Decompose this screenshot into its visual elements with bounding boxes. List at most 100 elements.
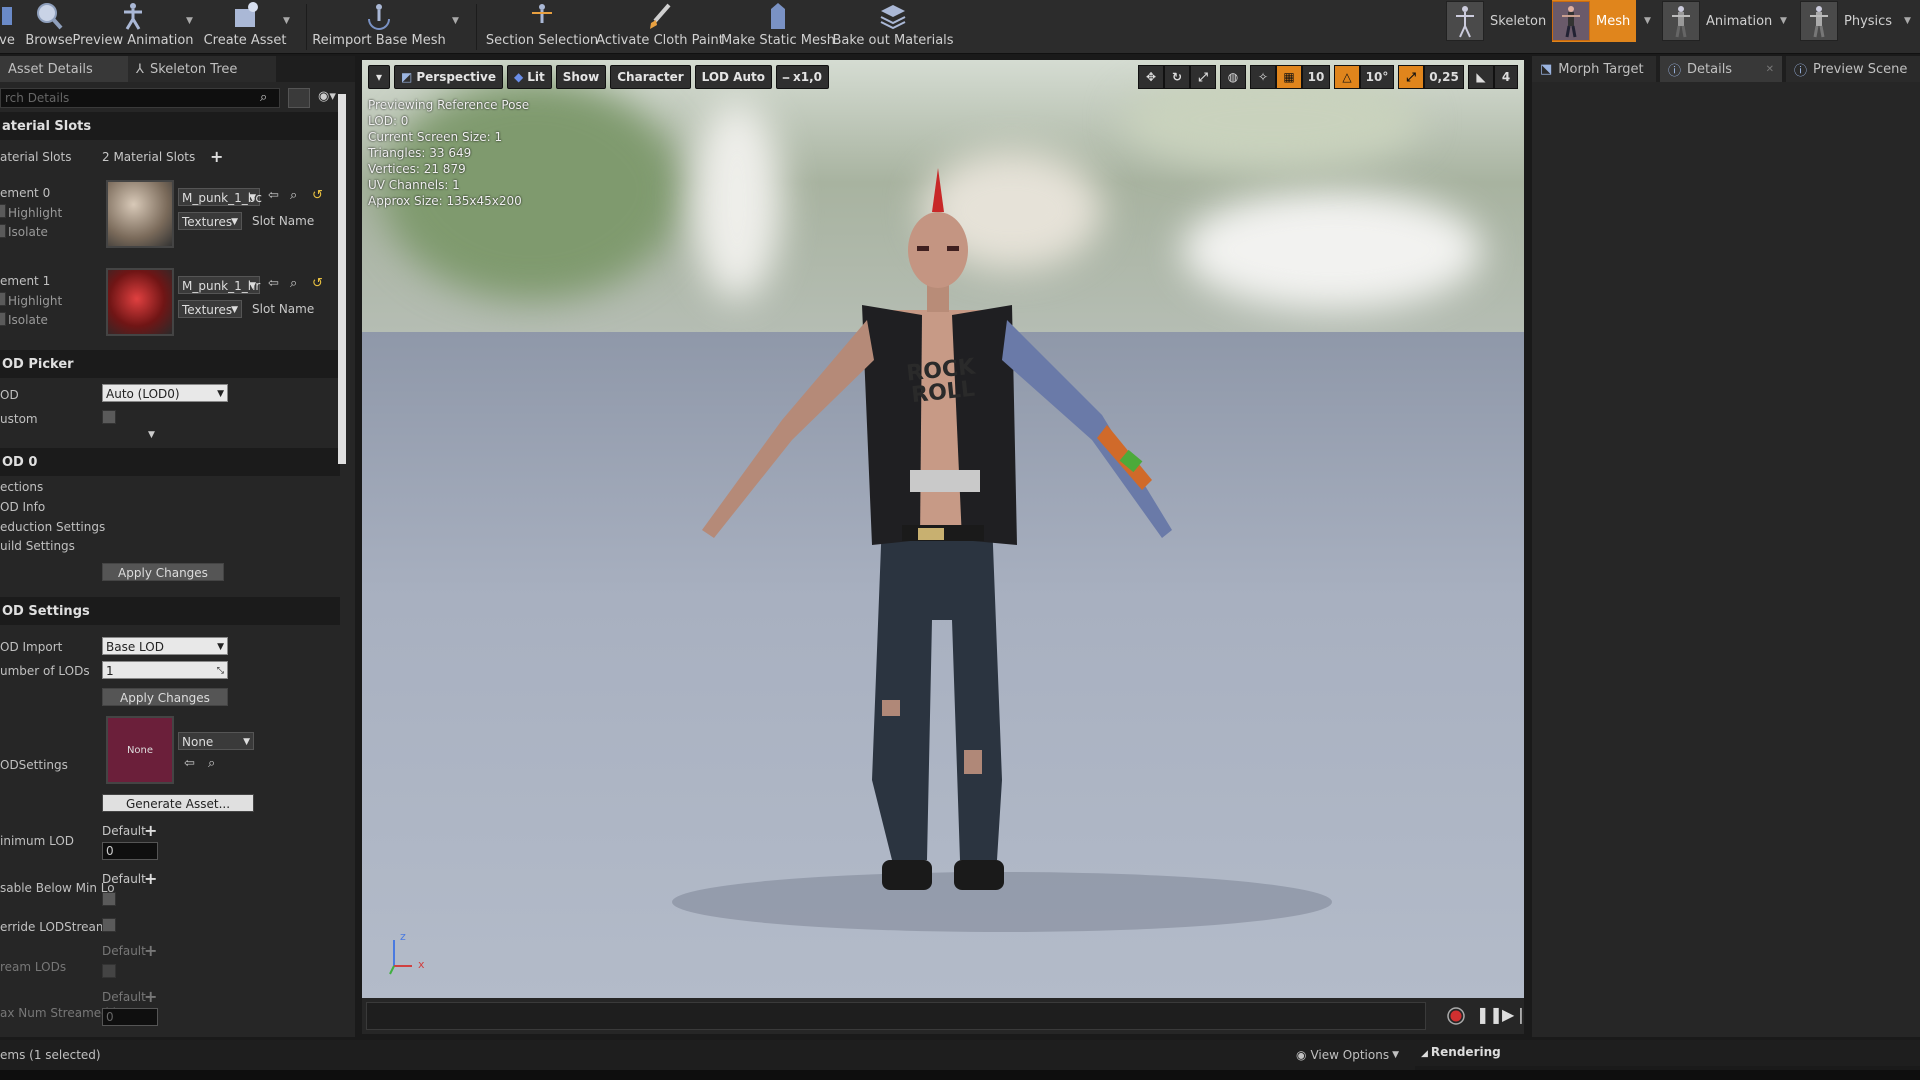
add-override-button[interactable]: + (144, 989, 157, 1005)
grid-snap-value[interactable]: 10 (1302, 65, 1330, 89)
rendering-section[interactable]: ◢ Rendering (1421, 1045, 1501, 1059)
isolate-checkbox[interactable] (0, 224, 6, 238)
surface-snap-icon[interactable]: ✧ (1250, 65, 1276, 89)
bake-out-materials-button[interactable]: Bake out Materials (832, 0, 954, 54)
stream-lods-checkbox[interactable] (102, 964, 116, 978)
mode-mesh[interactable]: Mesh (1552, 0, 1637, 42)
disable-below-min-lod-checkbox[interactable] (102, 892, 116, 906)
tab-asset-details[interactable]: Asset Details (0, 56, 128, 82)
tab-details[interactable]: ⓘ Details ✕ (1660, 56, 1782, 82)
activate-cloth-paint-button[interactable]: Activate Cloth Paint (596, 0, 724, 54)
lod-import-combo[interactable]: Base LOD ▼ (102, 637, 228, 655)
tab-morph-target[interactable]: ⬔ Morph Target (1532, 56, 1656, 82)
category-lod-0[interactable]: OD 0 (0, 448, 340, 476)
record-icon[interactable] (1446, 1006, 1466, 1026)
use-selected-arrow-icon[interactable]: ⇦ (268, 188, 279, 203)
viewport-options-button[interactable]: ▾ (368, 65, 390, 89)
character-button[interactable]: Character (610, 65, 691, 89)
show-button[interactable]: Show (555, 65, 607, 89)
browse-icon[interactable]: ⌕ (290, 188, 297, 203)
pause-icon[interactable]: ❚❚ (1476, 1005, 1503, 1024)
use-selected-arrow-icon[interactable]: ⇦ (268, 276, 279, 291)
lit-button[interactable]: ◆ Lit (507, 65, 552, 89)
lod-picker-combo[interactable]: Auto (LOD0) ▼ (102, 384, 228, 402)
camera-speed-value[interactable]: 4 (1494, 65, 1518, 89)
minimum-lod-input[interactable]: 0 (102, 842, 158, 860)
mode-animation-dropdown[interactable]: ▼ (1780, 16, 1790, 26)
override-lod-streaming-checkbox[interactable] (102, 918, 116, 932)
mode-animation[interactable]: Animation (1662, 0, 1778, 42)
world-local-icon[interactable]: ◍ (1220, 65, 1246, 89)
number-of-lods-input[interactable]: 1 ⤡ (102, 661, 228, 679)
grid-snap-icon[interactable]: ▦ (1276, 65, 1302, 89)
material-thumbnail[interactable] (106, 268, 174, 336)
save-button[interactable]: ve (0, 0, 15, 54)
viewport[interactable]: ROCK ROLL ▾ ◩ Perspective ◆ Lit Show Chara… (362, 60, 1524, 998)
list-view-icon[interactable] (288, 88, 310, 108)
mode-physics[interactable]: Physics (1800, 0, 1898, 42)
browse-button[interactable]: Browse (25, 0, 73, 54)
mode-skeleton[interactable]: Skeleton (1446, 0, 1552, 42)
preview-animation-button[interactable]: Preview Animation (73, 0, 194, 54)
custom-checkbox[interactable] (102, 410, 116, 424)
apply-changes-button[interactable]: Apply Changes (102, 563, 224, 581)
use-selected-arrow-icon[interactable]: ⇦ (184, 756, 195, 771)
eye-icon[interactable]: ◉▾ (318, 89, 336, 104)
scale-icon[interactable]: ⤢ (1190, 65, 1216, 89)
add-override-button[interactable]: + (144, 823, 157, 839)
close-icon[interactable]: ✕ (1766, 64, 1774, 75)
create-asset-dropdown[interactable]: ▼ (283, 16, 293, 26)
reimport-base-mesh-button[interactable]: Reimport Base Mesh (312, 0, 446, 54)
textures-combo[interactable]: Textures ▼ (178, 300, 242, 318)
rotation-snap-value[interactable]: 10° (1360, 65, 1394, 89)
preview-animation-dropdown[interactable]: ▼ (186, 16, 196, 26)
scale-snap-value[interactable]: 0,25 (1424, 65, 1464, 89)
mode-mesh-dropdown[interactable]: ▼ (1644, 16, 1654, 26)
scale-snap-icon[interactable]: ⤢ (1398, 65, 1424, 89)
rotation-snap-icon[interactable]: △ (1334, 65, 1360, 89)
tab-preview-scene[interactable]: ⓘ Preview Scene (1786, 56, 1920, 82)
details-scrollbar[interactable] (338, 94, 346, 464)
mode-physics-dropdown[interactable]: ▼ (1904, 16, 1914, 26)
expand-arrow-icon[interactable]: ▼ (148, 430, 155, 440)
reset-icon[interactable]: ↺ (312, 188, 323, 203)
reset-icon[interactable]: ↺ (312, 276, 323, 291)
material-thumbnail[interactable] (106, 180, 174, 248)
translate-icon[interactable]: ✥ (1138, 65, 1164, 89)
info-icon: ⓘ (1668, 63, 1682, 79)
create-asset-button[interactable]: Create Asset (204, 0, 286, 54)
apply-changes-button[interactable]: Apply Changes (102, 688, 228, 706)
tab-skeleton-tree[interactable]: ⅄ Skeleton Tree (128, 56, 276, 82)
camera-speed-icon[interactable]: ◣ (1468, 65, 1494, 89)
step-forward-icon[interactable]: ▶❘ (1502, 1005, 1528, 1024)
character-mesh[interactable] (362, 60, 1524, 998)
browse-icon[interactable]: ⌕ (208, 756, 215, 771)
browse-icon[interactable]: ⌕ (290, 276, 297, 291)
highlight-checkbox[interactable] (0, 292, 6, 306)
max-num-streamed-lods-input[interactable]: 0 (102, 1008, 158, 1026)
make-static-mesh-button[interactable]: Make Static Mesh (721, 0, 835, 54)
view-options-button[interactable]: ◉ View Options ▼ (1296, 1048, 1399, 1062)
add-override-button[interactable]: + (144, 943, 157, 959)
category-lod-picker[interactable]: OD Picker (0, 350, 340, 378)
lod-auto-button[interactable]: LOD Auto (694, 65, 772, 89)
section-selection-button[interactable]: Section Selection (486, 0, 598, 54)
textures-combo[interactable]: Textures ▼ (178, 212, 242, 230)
generate-asset-button[interactable]: Generate Asset... (102, 794, 254, 812)
add-override-button[interactable]: + (144, 871, 157, 887)
highlight-checkbox[interactable] (0, 204, 6, 218)
isolate-checkbox[interactable] (0, 312, 6, 326)
timeline-scrubber[interactable] (366, 1002, 1426, 1030)
category-lod-settings[interactable]: OD Settings (0, 597, 340, 625)
playback-speed-button[interactable]: ⎯ x1,0 (776, 65, 830, 89)
perspective-button[interactable]: ◩ Perspective (394, 65, 503, 89)
add-material-slot-button[interactable]: + (210, 149, 223, 165)
reimport-dropdown[interactable]: ▼ (452, 16, 462, 26)
category-material-slots[interactable]: aterial Slots (0, 112, 340, 140)
material-combo[interactable]: M_punk_1_bc ▼ (178, 188, 262, 206)
rotate-icon[interactable]: ↻ (1164, 65, 1190, 89)
material-combo[interactable]: M_punk_1_hr ▼ (178, 276, 260, 294)
lod-settings-asset-combo[interactable]: None ▼ (178, 732, 254, 750)
details-search-input[interactable]: rch Details (0, 88, 280, 108)
lod-settings-thumbnail[interactable]: None (106, 716, 174, 784)
